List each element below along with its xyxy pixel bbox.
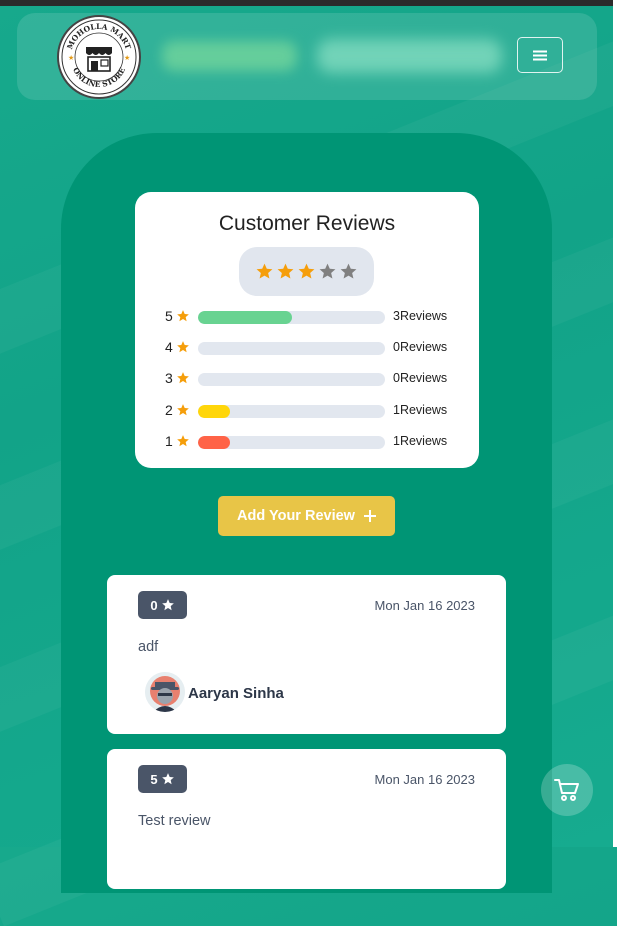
star-empty-icon <box>319 263 336 279</box>
review-rating-value: 5 <box>150 771 158 787</box>
rating-row-stars: 2 <box>165 402 173 418</box>
rating-row: 4 0Reviews <box>135 338 479 358</box>
reviews-summary-card: Customer Reviews 5 3Reviews 4 0Reviews 3 0Rev… <box>135 192 479 468</box>
rating-row: 5 3Reviews <box>135 307 479 327</box>
svg-text:★: ★ <box>68 54 74 62</box>
cart-button[interactable] <box>541 764 593 816</box>
rating-row-stars: 3 <box>165 370 173 386</box>
rating-row-stars: 5 <box>165 308 173 324</box>
rating-row-count: 0Reviews <box>393 340 448 354</box>
review-rating-badge: 0 <box>138 591 187 619</box>
search-bar-blurred[interactable] <box>317 39 502 73</box>
menu-toggle-button[interactable] <box>517 37 563 73</box>
rating-row-stars: 1 <box>165 433 173 449</box>
star-icon <box>177 372 189 384</box>
rating-bar-track <box>198 342 385 355</box>
store-logo-graphic: MOHOLLA MART ONLINE STORE ★ ★ <box>61 19 137 95</box>
rating-row-count: 1Reviews <box>393 403 448 417</box>
rating-bar-fill <box>198 436 230 449</box>
rating-bar-track <box>198 311 385 324</box>
rating-bar-track <box>198 436 385 449</box>
star-icon <box>161 773 174 785</box>
navbar: MOHOLLA MART ONLINE STORE ★ ★ <box>17 13 597 100</box>
review-date: Mon Jan 16 2023 <box>374 772 475 787</box>
rating-row: 1 1Reviews <box>135 432 479 452</box>
review-date: Mon Jan 16 2023 <box>374 598 475 613</box>
star-filled-icon <box>298 263 315 279</box>
review-text: Test review <box>138 813 211 829</box>
star-icon <box>177 310 189 322</box>
reviewer-avatar <box>145 672 185 712</box>
hamburger-icon <box>533 50 547 60</box>
review-rating-badge: 5 <box>138 765 187 793</box>
rating-bar-fill <box>198 311 292 324</box>
plus-icon <box>363 510 376 522</box>
star-icon <box>161 599 174 611</box>
rating-row-stars: 4 <box>165 339 173 355</box>
rating-bar-track <box>198 405 385 418</box>
nav-link-blurred[interactable] <box>162 41 297 71</box>
rating-row: 2 1Reviews <box>135 401 479 421</box>
star-icon <box>177 404 189 416</box>
star-icon <box>177 435 189 447</box>
star-icon <box>177 341 189 353</box>
star-filled-icon <box>256 263 273 279</box>
rating-bar-fill <box>198 405 230 418</box>
rating-row-count: 1Reviews <box>393 434 448 448</box>
review-card: 5 Mon Jan 16 2023 Test review <box>107 749 506 889</box>
star-empty-icon <box>340 263 357 279</box>
page-right-edge <box>613 0 617 847</box>
store-logo[interactable]: MOHOLLA MART ONLINE STORE ★ ★ <box>57 15 141 99</box>
add-review-button[interactable]: Add Your Review <box>218 496 395 536</box>
rating-row: 3 0Reviews <box>135 369 479 389</box>
star-filled-icon <box>277 263 294 279</box>
review-rating-value: 0 <box>150 597 158 613</box>
reviewer-name: Aaryan Sinha <box>188 685 284 702</box>
review-card: 0 Mon Jan 16 2023 adf Aaryan Sinha <box>107 575 506 734</box>
rating-row-count: 3Reviews <box>393 309 448 323</box>
reviews-title: Customer Reviews <box>218 212 396 235</box>
add-review-label: Add Your Review <box>237 508 355 524</box>
rating-row-count: 0Reviews <box>393 371 448 385</box>
average-rating-stars <box>239 247 374 296</box>
cart-icon <box>554 779 579 801</box>
svg-text:★: ★ <box>124 54 130 62</box>
rating-bar-track <box>198 373 385 386</box>
browser-top-edge <box>0 0 617 6</box>
review-text: adf <box>138 639 159 655</box>
